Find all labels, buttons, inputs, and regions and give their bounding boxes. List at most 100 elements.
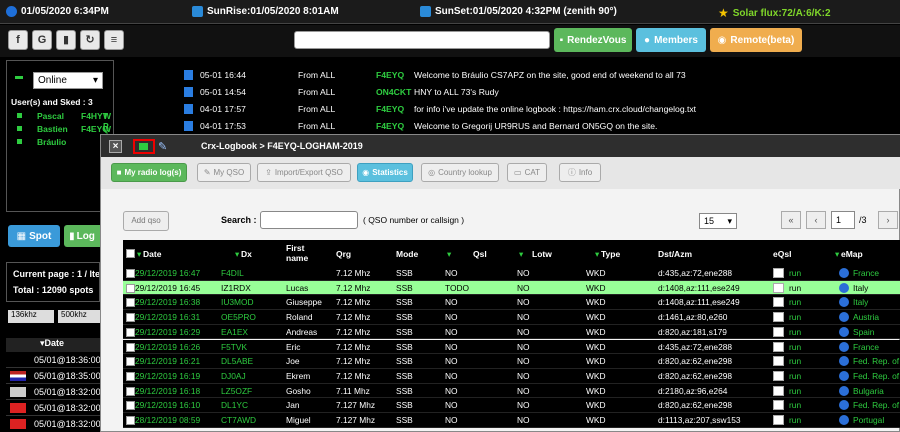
cell-eqsl[interactable]: run <box>789 266 801 280</box>
globe-icon[interactable] <box>839 282 849 293</box>
cell-eqsl[interactable]: run <box>789 325 801 339</box>
spot-row[interactable]: 05/01@18:35:00 <box>6 368 100 384</box>
globe-icon[interactable] <box>839 415 849 425</box>
eqsl-card-icon[interactable] <box>773 370 784 381</box>
globe-icon[interactable] <box>839 268 849 278</box>
globe-icon[interactable] <box>839 385 849 396</box>
cell-emap[interactable]: Fed. Rep. of <box>853 398 899 412</box>
pin-icon[interactable]: ✎ <box>158 140 167 153</box>
page-number-input[interactable]: 1 <box>831 211 855 229</box>
close-icon[interactable]: × <box>109 140 122 153</box>
header-lotw[interactable]: Lotw <box>532 249 552 259</box>
cell-emap[interactable]: Austria <box>853 310 879 324</box>
globe-icon[interactable] <box>839 356 849 367</box>
members-button[interactable]: ● Members <box>636 28 706 52</box>
cell-emap[interactable]: France <box>853 266 879 280</box>
header-dx[interactable]: Dx <box>241 249 252 259</box>
row-checkbox[interactable] <box>126 327 135 337</box>
qso-row[interactable]: 29/12/2019 16:29 EA1EX Andreas 7.12 Mhz SSB N… <box>123 324 900 340</box>
row-checkbox[interactable] <box>126 283 135 293</box>
status-select[interactable]: Online ▾ <box>33 72 103 89</box>
qso-row[interactable]: 29/12/2019 16:19 DJ0AJ Ekrem 7.12 Mhz SSB NO N… <box>123 368 900 384</box>
qso-row[interactable]: 29/12/2019 16:21 DL5ABE Joe 7.12 Mhz SSB NO NO… <box>123 354 900 369</box>
cell-eqsl[interactable]: run <box>789 384 801 398</box>
date-header[interactable]: ▾Date <box>6 338 100 352</box>
qso-row[interactable]: 29/12/2019 16:26 F5TVK Eric 7.12 Mhz SSB NO NO… <box>123 339 900 355</box>
row-checkbox[interactable] <box>126 401 135 411</box>
qso-row[interactable]: 29/12/2019 16:31 OE5PRO Roland 7.12 Mhz SSB N… <box>123 310 900 325</box>
cell-eqsl[interactable]: run <box>789 354 801 368</box>
cell-emap[interactable]: Bulgaria <box>853 384 884 398</box>
spot-row[interactable]: 05/01@18:32:00 <box>6 400 100 416</box>
search-input[interactable] <box>294 31 550 49</box>
header-eqsl[interactable]: eQsl <box>773 249 791 259</box>
eqsl-card-icon[interactable] <box>773 356 784 367</box>
row-checkbox[interactable] <box>126 298 135 308</box>
eqsl-card-icon[interactable] <box>773 341 784 352</box>
row-checkbox[interactable] <box>126 416 135 425</box>
rss-button[interactable]: ≡ <box>104 30 124 50</box>
eqsl-card-icon[interactable] <box>773 415 784 425</box>
user-row[interactable]: BastienF4EYQW P <box>17 124 112 144</box>
user-row[interactable]: Bráulio <box>17 137 112 150</box>
globe-icon[interactable] <box>839 400 849 411</box>
google-button[interactable]: G <box>32 30 52 50</box>
add-qso-button[interactable]: Add qso <box>123 211 169 231</box>
user-row[interactable]: Pascal F4HYT W P <box>17 111 112 131</box>
header-qsl[interactable]: Qsl <box>473 249 487 259</box>
cell-emap[interactable]: Italy <box>853 281 868 295</box>
spot-button[interactable]: ▦ Spot <box>8 225 60 247</box>
qso-row[interactable]: 29/12/2019 16:18 LZ5OZF Gosho 7.11 Mhz SSB NO… <box>123 383 900 399</box>
first-page-button[interactable]: « <box>781 211 801 229</box>
row-checkbox[interactable] <box>126 269 135 278</box>
cell-emap[interactable]: Italy <box>853 295 868 309</box>
spot-row[interactable]: 05/01@18:32:00 <box>6 384 100 400</box>
row-checkbox[interactable] <box>126 357 135 367</box>
qso-row[interactable]: 28/12/2019 08:59 CT7AWD Miguel 7.127 Mhz SSB… <box>123 413 900 428</box>
cell-eqsl[interactable]: run <box>789 310 801 324</box>
cell-eqsl[interactable]: run <box>789 295 801 309</box>
eqsl-card-icon[interactable] <box>773 400 784 411</box>
facebook-button[interactable]: f <box>8 30 28 50</box>
cell-eqsl[interactable]: run <box>789 281 801 295</box>
header-dst-azm[interactable]: Dst/Azm <box>658 249 692 259</box>
globe-icon[interactable] <box>839 341 849 352</box>
eqsl-card-icon[interactable] <box>773 312 784 323</box>
cell-emap[interactable]: Fed. Rep. of <box>853 369 899 383</box>
next-page-button[interactable]: › <box>878 211 898 229</box>
tab-info[interactable]: ⓘ Info <box>559 163 601 182</box>
freq-filter-136[interactable]: 136khz <box>8 310 54 323</box>
row-checkbox[interactable] <box>126 371 135 381</box>
tab-my-qso[interactable]: ✎ My QSO <box>197 163 251 182</box>
qso-row[interactable]: 29/12/2019 16:45 IZ1RDX Lucas 7.12 Mhz SSB TO… <box>123 280 900 296</box>
cell-emap[interactable]: Fed. Rep. of <box>853 354 899 368</box>
eqsl-card-icon[interactable] <box>773 385 784 396</box>
mobile-button[interactable]: ▮ <box>56 30 76 50</box>
tab-my-radio-logs[interactable]: ■ My radio log(s) <box>111 163 187 182</box>
cell-emap[interactable]: France <box>853 340 879 354</box>
freq-filter-500[interactable]: 500khz <box>58 310 100 323</box>
globe-icon[interactable] <box>839 326 849 337</box>
globe-icon[interactable] <box>839 370 849 381</box>
refresh-button[interactable]: ↻ <box>80 30 100 50</box>
row-checkbox[interactable] <box>126 313 135 323</box>
qso-row[interactable]: 29/12/2019 16:38 IU3MOD Giuseppe 7.12 Mhz SS… <box>123 295 900 311</box>
rendezvous-button[interactable]: ▪ RendezVous <box>554 28 632 52</box>
cell-eqsl[interactable]: run <box>789 398 801 412</box>
eqsl-card-icon[interactable] <box>773 268 784 278</box>
tab-import-export[interactable]: ⇪ Import/Export QSO <box>257 163 351 182</box>
eqsl-card-icon[interactable] <box>773 282 784 293</box>
row-checkbox[interactable] <box>126 342 135 352</box>
tab-cat[interactable]: ▭ CAT <box>507 163 547 182</box>
header-mode[interactable]: Mode <box>396 249 418 259</box>
qso-row[interactable]: 29/12/2019 16:10 DL1YC Jan 7.127 Mhz SSB NO NO… <box>123 398 900 413</box>
spot-row[interactable]: 05/01@18:32:00 <box>6 416 100 432</box>
qso-search-input[interactable] <box>260 211 358 229</box>
qso-row[interactable]: 29/12/2019 16:47 F4DIL 7.12 Mhz SSB NO NO WKD d… <box>123 266 900 281</box>
spot-row[interactable]: 05/01@18:36:00 <box>6 352 100 368</box>
cell-eqsl[interactable]: run <box>789 340 801 354</box>
globe-icon[interactable] <box>839 312 849 323</box>
log-button[interactable]: ▮ Log <box>64 225 100 247</box>
tab-country-lookup[interactable]: ◎ Country lookup <box>421 163 499 182</box>
cell-eqsl[interactable]: run <box>789 369 801 383</box>
